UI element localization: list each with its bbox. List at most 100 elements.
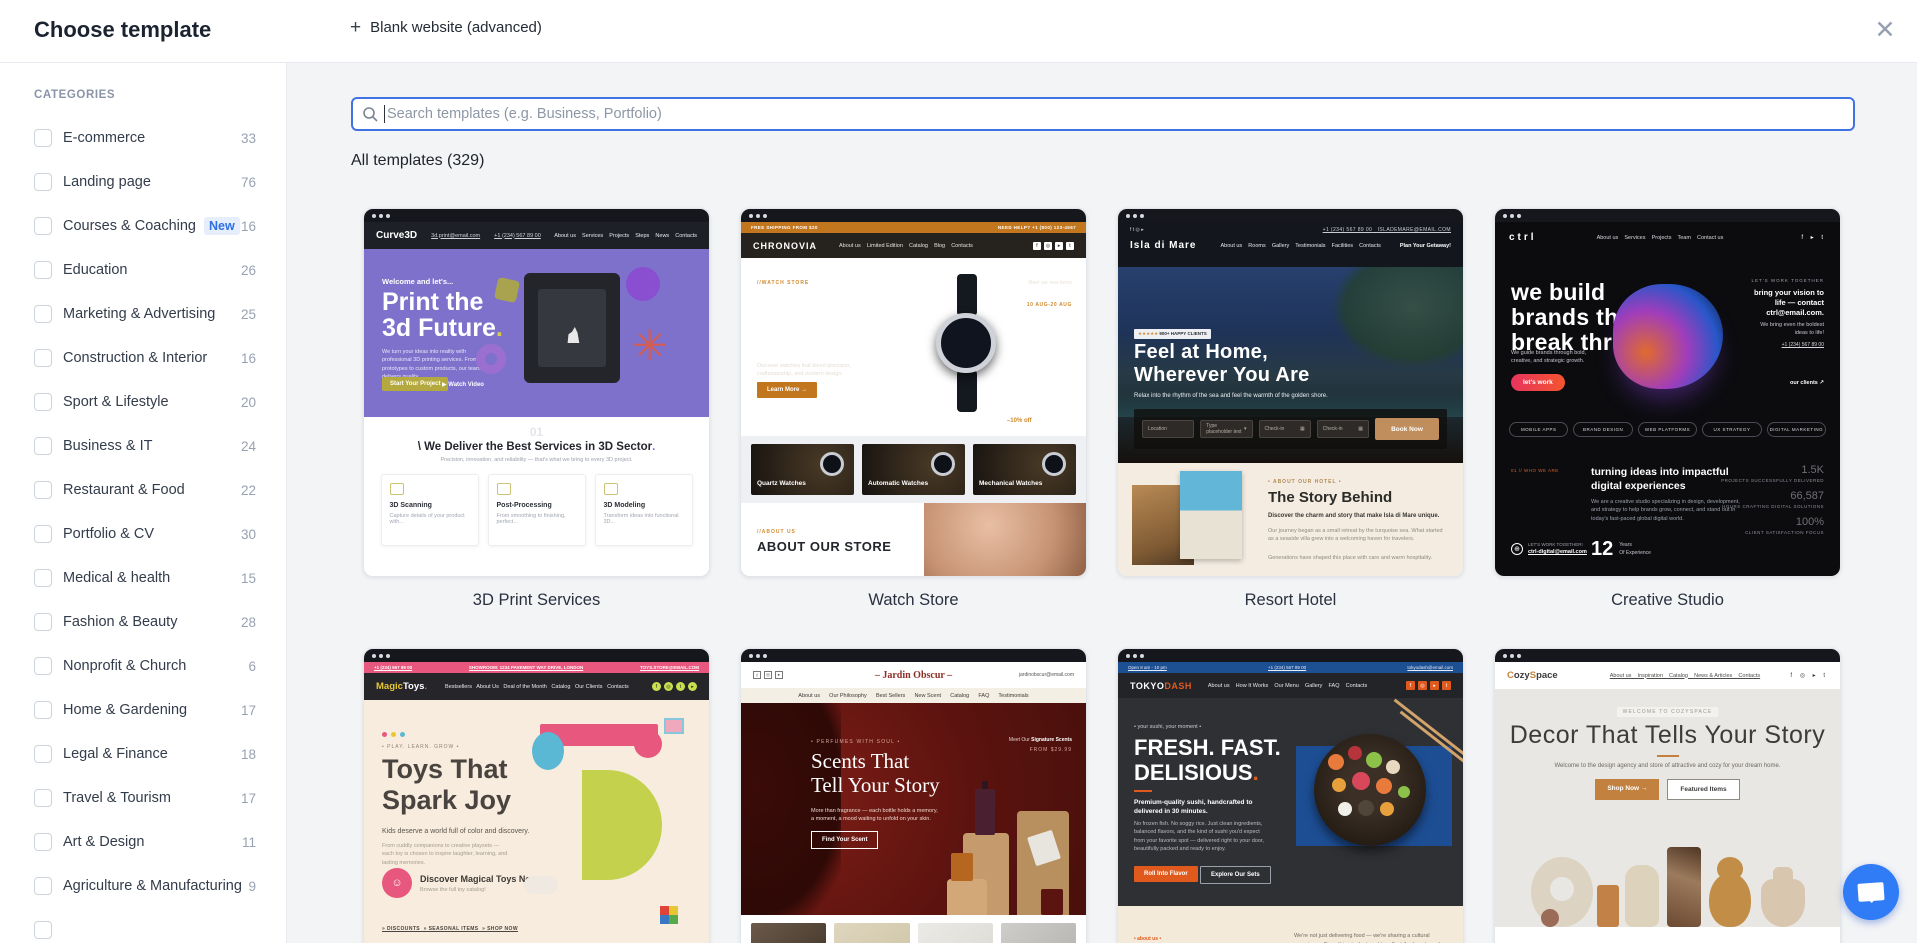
dialog-header: Choose template + Blank website (advance… — [0, 0, 1917, 63]
sidebar-item-medical[interactable]: Medical & health15 — [34, 568, 256, 588]
checkin-field: Check-in▦ — [1259, 420, 1311, 438]
checkbox[interactable] — [34, 877, 52, 895]
checkbox[interactable] — [34, 481, 52, 499]
mini-section: 01 \ We Deliver the Best Services in 3D … — [364, 417, 709, 577]
template-thumbnail[interactable]: f◎▸ – Jardin Obscur – jardinobscur@email… — [740, 648, 1087, 943]
mini-button: let's work — [1511, 374, 1565, 391]
checkbox[interactable] — [34, 305, 52, 323]
search-input[interactable] — [351, 97, 1855, 131]
template-thumbnail[interactable]: f t ◎ ▸ +1 (234) 567 89 00 ISLADEMARE@EM… — [1117, 208, 1464, 577]
feature-card: Post-ProcessingFrom smoothing to finishi… — [488, 474, 586, 546]
checkbox[interactable] — [34, 657, 52, 675]
model-icon — [604, 483, 618, 495]
template-thumbnail[interactable]: ctrl About us Services Projects Team Con… — [1494, 208, 1841, 577]
template-name: 3D Print Services — [363, 591, 710, 610]
sidebar-item-ecommerce[interactable]: E-commerce33 — [34, 128, 256, 148]
mini-nav: Bestsellers About Us Deal of the Month C… — [445, 684, 629, 690]
mini-nav: About us Services Projects Team Contact … — [1597, 235, 1724, 241]
checkbox[interactable] — [34, 833, 52, 851]
browser-chrome — [1118, 209, 1463, 222]
checkbox[interactable] — [34, 393, 52, 411]
choose-template-dialog: Choose template + Blank website (advance… — [0, 0, 1917, 943]
checkbox[interactable] — [34, 701, 52, 719]
gradient-blob — [1613, 284, 1723, 389]
sidebar-item-education[interactable]: Education26 — [34, 260, 256, 280]
browser-chrome — [1495, 649, 1840, 662]
social-icons: f◎t▸ — [652, 682, 697, 691]
mini-header: ctrl About us Services Projects Team Con… — [1495, 222, 1840, 243]
sidebar-item-nonprofit[interactable]: Nonprofit & Church6 — [34, 656, 256, 676]
checkbox[interactable] — [34, 129, 52, 147]
template-thumbnail[interactable]: FREE SHIPPING FROM $20NEED HELP? +1 (800… — [740, 208, 1087, 577]
cube-shape — [494, 277, 520, 303]
sidebar-item-business-it[interactable]: Business & IT24 — [34, 436, 256, 456]
browser-chrome — [741, 209, 1086, 222]
sidebar-item-landing-page[interactable]: Landing page76 — [34, 172, 256, 192]
mini-button: Featured Items — [1667, 779, 1739, 800]
sidebar-item-marketing[interactable]: Marketing & Advertising25 — [34, 304, 256, 324]
checkbox[interactable] — [34, 437, 52, 455]
checkbox[interactable] — [34, 921, 52, 939]
sidebar-item-travel[interactable]: Travel & Tourism17 — [34, 788, 256, 808]
watch-icon — [931, 452, 955, 476]
chat-widget-button[interactable] — [1843, 864, 1899, 920]
mini-nav: About us Limited Edition Catalog Blog Co… — [839, 243, 973, 249]
template-thumbnail[interactable]: CozySpace About us Inspiration Catalog N… — [1494, 648, 1841, 943]
blank-website-button[interactable]: + Blank website (advanced) — [350, 18, 542, 37]
social-icons: f◎▸t — [1406, 681, 1451, 690]
stats-column: 1.5K PROJECTS SUCCESSFULLY DELIVERED 66,… — [1721, 464, 1824, 542]
checkbox[interactable] — [34, 525, 52, 543]
checkbox[interactable] — [34, 349, 52, 367]
marble-cylinder — [1667, 847, 1701, 927]
checkbox[interactable] — [34, 217, 52, 235]
mini-header: f◎▸ – Jardin Obscur – jardinobscur@email… — [741, 662, 1086, 688]
template-thumbnail[interactable]: +1 (234) 567 89 00 SHOWROOM: 1234 PAVEME… — [363, 648, 710, 943]
feature-card: 3D ModelingTransform ideas into function… — [595, 474, 693, 546]
checkout-field: Check-in▦ — [1317, 420, 1369, 438]
checkbox[interactable] — [34, 261, 52, 279]
checkbox[interactable] — [34, 745, 52, 763]
new-badge: New — [204, 217, 240, 235]
mini-hero: ★★★★★ 900+ HAPPY CLIENTS Feel at Home,Wh… — [1118, 267, 1463, 463]
template-thumbnail[interactable]: Curve3D 3d.print@email.com +1 (234) 567 … — [363, 208, 710, 577]
sidebar-item-legal-finance[interactable]: Legal & Finance18 — [34, 744, 256, 764]
sidebar-item-courses-coaching[interactable]: Courses & CoachingNew16 — [34, 216, 256, 236]
checkbox[interactable] — [34, 789, 52, 807]
tag-pill: DIGITAL MARKETING — [1767, 422, 1826, 437]
close-icon[interactable]: ✕ — [1871, 16, 1899, 44]
checkbox[interactable] — [34, 569, 52, 587]
booking-bar: Location Type placeholder text▾ Check-in… — [1134, 409, 1447, 449]
watch-strap — [957, 370, 977, 412]
sidebar-item-partial[interactable] — [34, 920, 256, 940]
tag-pill: BRAND DESIGN — [1573, 422, 1632, 437]
template-card-sushi: Open 8 am - 10 pm +1 (234) 567 89 00 tok… — [1117, 648, 1464, 943]
browser-chrome — [364, 649, 709, 662]
mini-section: • about us • MODERN TASTE. We're not jus… — [1118, 906, 1463, 943]
location-field: Location — [1142, 420, 1194, 438]
sidebar-item-portfolio[interactable]: Portfolio & CV30 — [34, 524, 256, 544]
sidebar-item-home-gardening[interactable]: Home & Gardening17 — [34, 700, 256, 720]
ceramic-vases — [1525, 831, 1810, 927]
category-tile: Mechanical Watches — [973, 444, 1076, 495]
sidebar-item-sport[interactable]: Sport & Lifestyle20 — [34, 392, 256, 412]
sidebar-item-fashion[interactable]: Fashion & Beauty28 — [34, 612, 256, 632]
mini-topbar: FREE SHIPPING FROM $20NEED HELP? +1 (800… — [741, 222, 1086, 233]
mini-button: Learn More → — [757, 382, 817, 398]
mini-section: • ABOUT OUR HOTEL • The Story Behind Dis… — [1118, 463, 1463, 577]
mini-header: CozySpace About us Inspiration Catalog N… — [1495, 662, 1840, 689]
sidebar-item-restaurant[interactable]: Restaurant & Food22 — [34, 480, 256, 500]
globe-icon: ⊕ — [1511, 543, 1523, 555]
mini-button: Find Your Scent — [811, 831, 878, 849]
sidebar-item-art-design[interactable]: Art & Design11 — [34, 832, 256, 852]
checkbox[interactable] — [34, 613, 52, 631]
chat-bubble-icon — [1857, 882, 1884, 902]
mini-nav: About us Services Projects Steps News Co… — [554, 233, 697, 239]
sidebar-item-construction[interactable]: Construction & Interior16 — [34, 348, 256, 368]
gallery-strip — [741, 915, 1086, 943]
mini-topbar: Open 8 am - 10 pm +1 (234) 567 89 00 tok… — [1118, 662, 1463, 673]
gallery-photo — [1001, 923, 1076, 943]
mini-header: CHRONOVIA About us Limited Edition Catal… — [741, 233, 1086, 258]
template-thumbnail[interactable]: Open 8 am - 10 pm +1 (234) 567 89 00 tok… — [1117, 648, 1464, 943]
sidebar-item-agriculture[interactable]: Agriculture & Manufacturing9 — [34, 876, 256, 896]
checkbox[interactable] — [34, 173, 52, 191]
